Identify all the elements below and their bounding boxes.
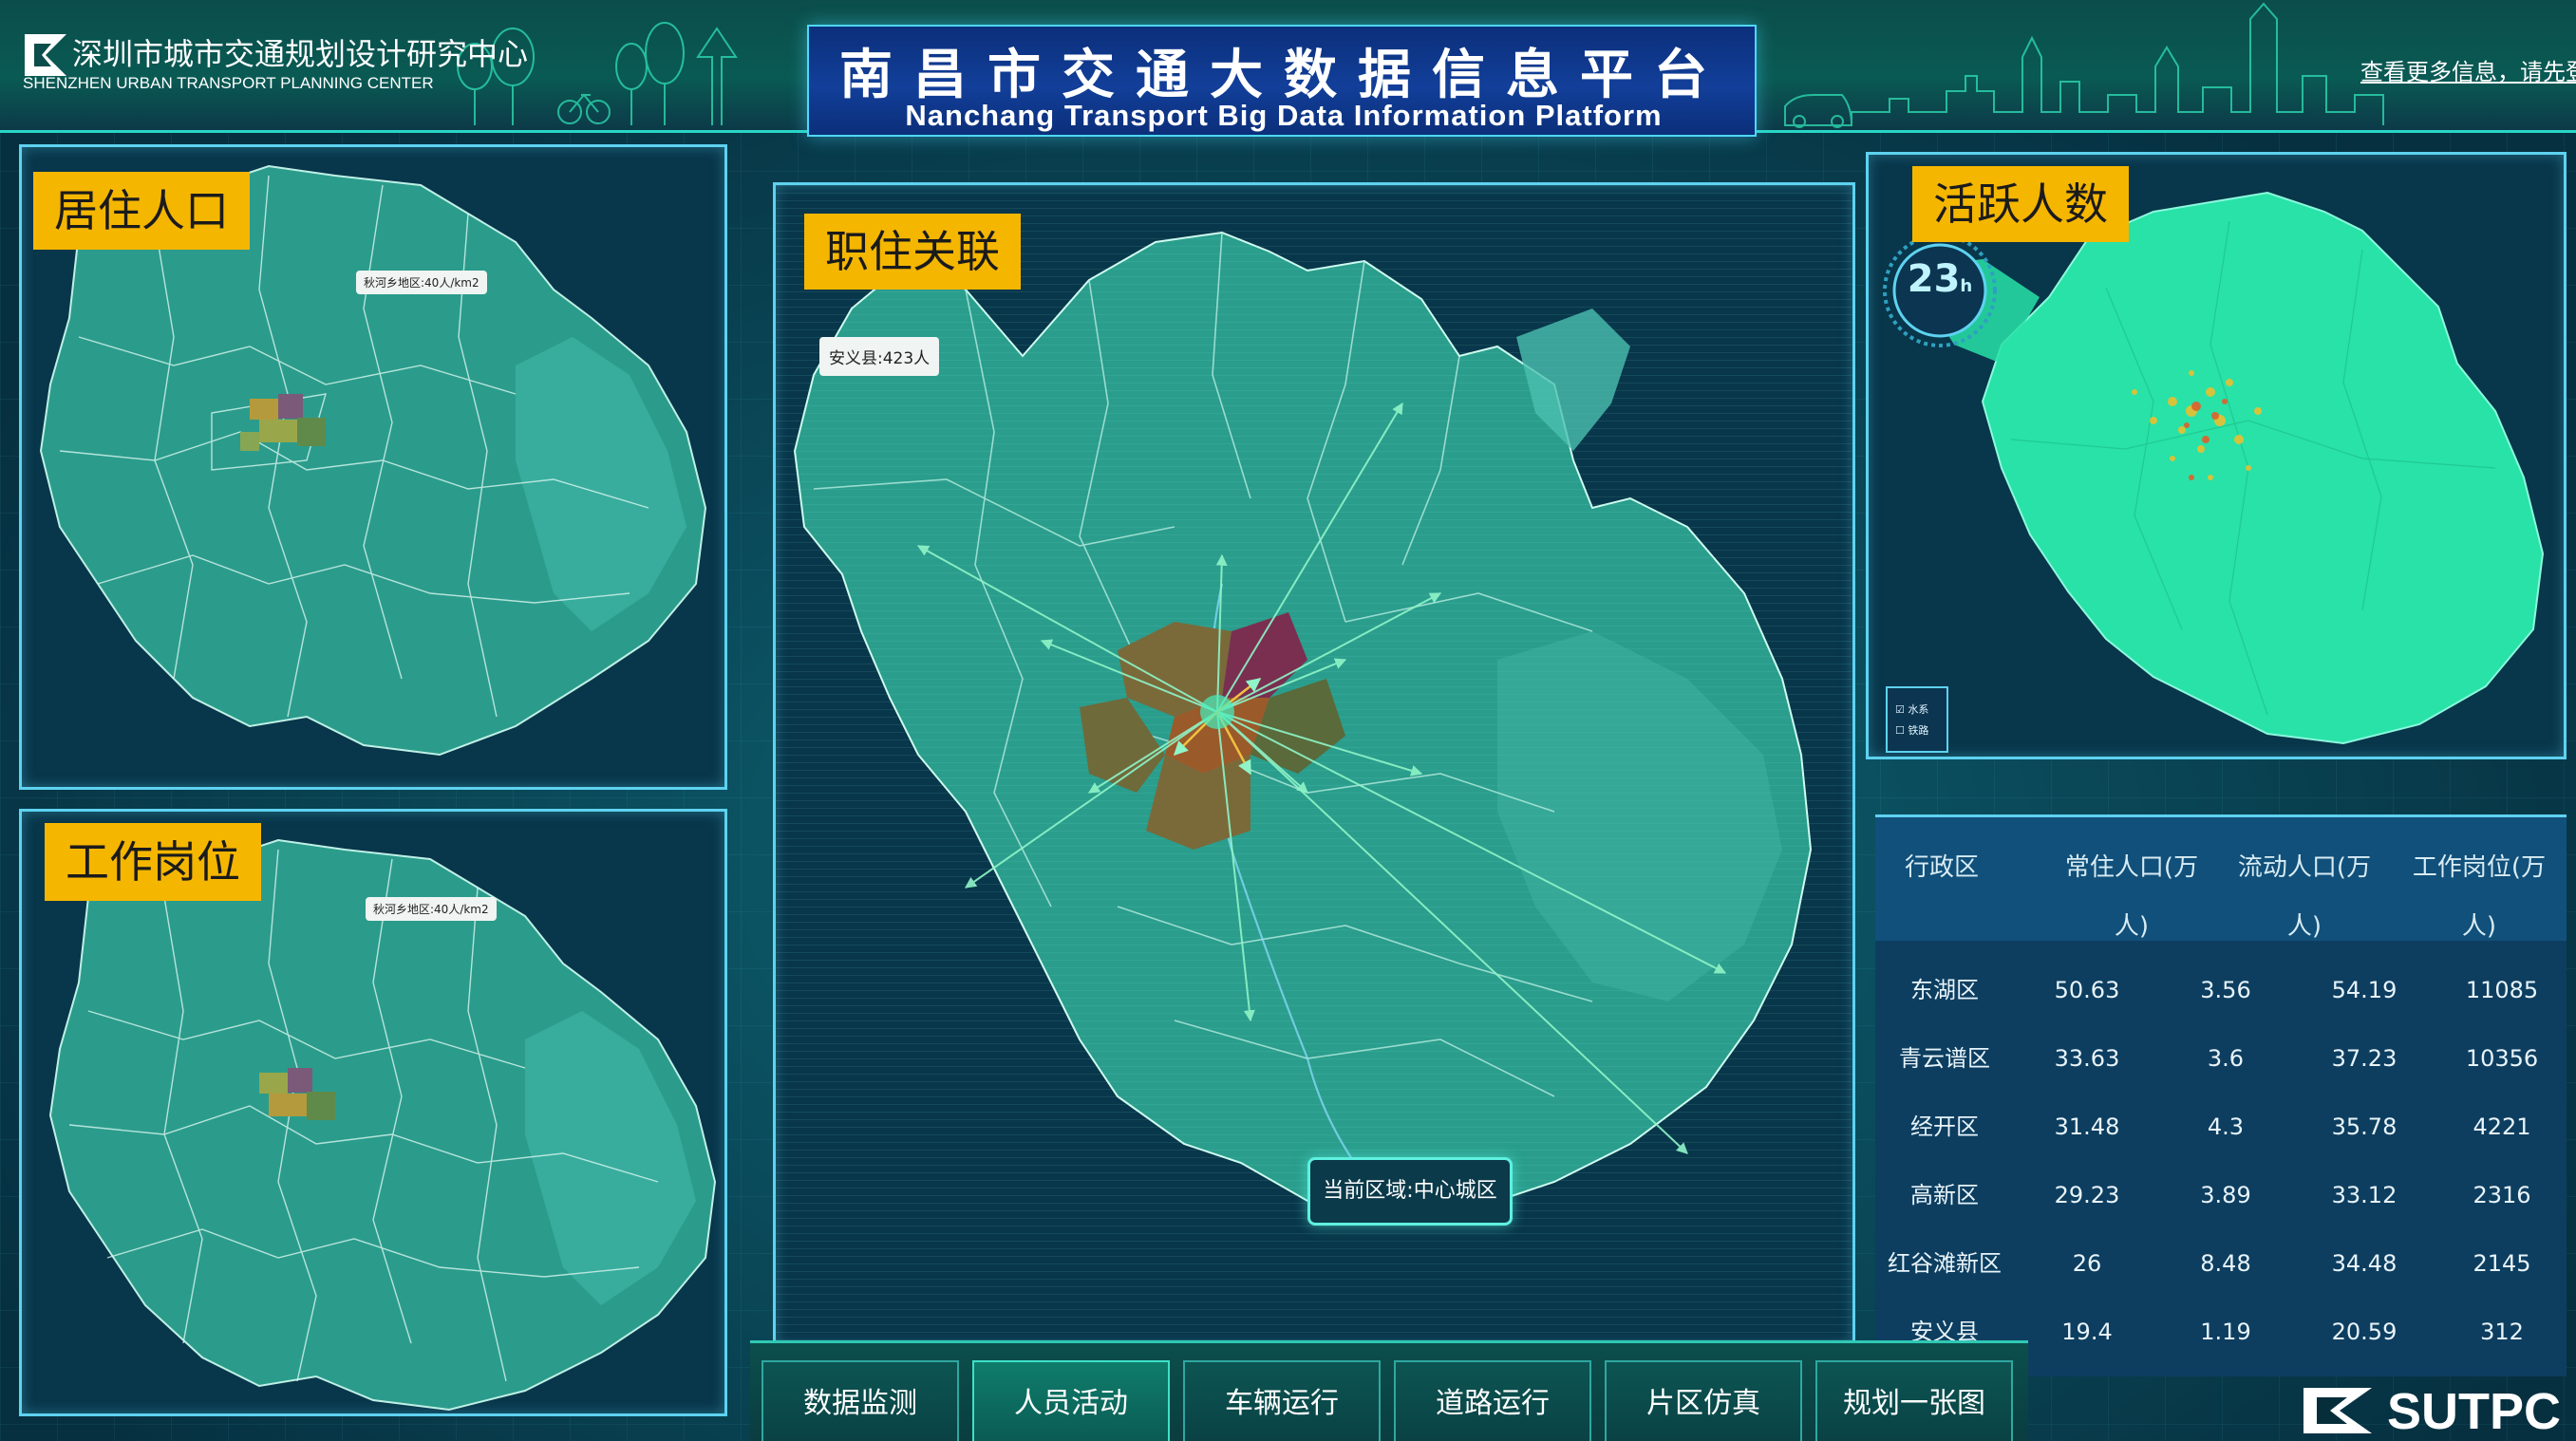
- table-cell-floating: 8.48: [2200, 1250, 2251, 1277]
- table-cell-district: 高新区: [1910, 1182, 1979, 1208]
- table-cell-resident: 29.23: [2054, 1182, 2120, 1208]
- table-cell-resident: 19.4: [2061, 1319, 2113, 1345]
- table-row[interactable]: 青云谱区 33.63 3.6 37.23 10356: [1875, 1024, 2567, 1093]
- org-name-en: SHENZHEN URBAN TRANSPORT PLANNING CENTER: [23, 74, 434, 92]
- table-cell-total: 20.59: [2331, 1319, 2397, 1345]
- table-cell-total: 33.12: [2331, 1182, 2397, 1208]
- table-cell-total: 37.23: [2331, 1045, 2397, 1072]
- residence-map-tooltip: 秋河乡地区:40人/km2: [356, 271, 487, 294]
- nav-tab-people-activity[interactable]: 人员活动: [972, 1360, 1170, 1441]
- table-cell-jobs: 11085: [2465, 977, 2539, 1003]
- residence-panel-title: 居住人口: [33, 172, 250, 250]
- table-cell-floating: 3.6: [2207, 1045, 2245, 1072]
- table-row[interactable]: 经开区 31.48 4.3 35.78 4221: [1875, 1093, 2567, 1161]
- nav-tab-planning-map[interactable]: 规划一张图: [1815, 1360, 2013, 1441]
- org-name-cn: 深圳市城市交通规划设计研究中心: [72, 36, 529, 72]
- hour-clock-widget[interactable]: 23h: [1880, 231, 2000, 350]
- login-link[interactable]: 查看更多信息，请先登录: [2360, 53, 2576, 86]
- table-cell-resident: 33.63: [2054, 1045, 2120, 1072]
- table-cell-jobs: 2316: [2473, 1182, 2531, 1208]
- table-cell-floating: 3.56: [2200, 977, 2251, 1003]
- table-cell-jobs: 10356: [2465, 1045, 2539, 1072]
- workplace-map-panel: 工作岗位 秋河乡地区:40人/km2: [19, 809, 727, 1416]
- table-cell-resident: 50.63: [2054, 977, 2120, 1003]
- table-row[interactable]: 红谷滩新区 26 8.48 34.48 2145: [1875, 1229, 2567, 1298]
- table-header-jobs: 工作岗位(万 人): [2412, 853, 2547, 941]
- table-row[interactable]: 高新区 29.23 3.89 33.12 2316: [1875, 1161, 2567, 1229]
- commute-map-panel: 职住关联 安义县:423人 当前区域:中心城区: [773, 182, 1855, 1348]
- table-cell-total: 35.78: [2331, 1114, 2397, 1140]
- table-cell-floating: 4.3: [2207, 1114, 2245, 1140]
- table-row[interactable]: 东湖区 50.63 3.56 54.19 11085: [1875, 956, 2567, 1024]
- commute-map-tooltip: 安义县:423人: [819, 337, 940, 376]
- table-cell-district: 东湖区: [1910, 977, 1979, 1003]
- map-layer-legend[interactable]: ☑ 水系 ☐ 铁路: [1886, 686, 1948, 753]
- table-header-floating: 流动人口(万 人): [2237, 853, 2372, 941]
- table-cell-district: 经开区: [1910, 1114, 1979, 1140]
- residence-map-panel: 居住人口 秋河乡地区:40人/km2: [19, 144, 727, 790]
- table-cell-jobs: 2145: [2473, 1250, 2531, 1277]
- table-cell-floating: 1.19: [2200, 1319, 2251, 1345]
- bottom-nav: 数据监测 人员活动 车辆运行 道路运行 片区仿真 规划一张图: [750, 1340, 2028, 1441]
- platform-title-en: Nanchang Transport Big Data Information …: [905, 99, 1663, 132]
- table-cell-resident: 26: [2072, 1250, 2102, 1277]
- platform-title-cn: 南昌市交通大数据信息平台: [839, 45, 1728, 106]
- clock-hour-unit: h: [1960, 276, 1973, 296]
- table-header-resident: 常住人口(万 人): [2064, 853, 2199, 941]
- table-cell-jobs: 312: [2480, 1319, 2524, 1345]
- nav-tab-data-monitoring[interactable]: 数据监测: [762, 1360, 959, 1441]
- nav-tab-vehicle-operation[interactable]: 车辆运行: [1183, 1360, 1381, 1441]
- legend-item-railway[interactable]: ☐ 铁路: [1895, 722, 1928, 738]
- active-panel-title: 活跃人数: [1912, 166, 2129, 242]
- table-cell-district: 青云谱区: [1899, 1045, 1990, 1072]
- nav-tab-area-simulation[interactable]: 片区仿真: [1605, 1360, 1802, 1441]
- table-header: 行政区 常住人口(万 人) 流动人口(万 人) 工作岗位(万 人): [1875, 817, 2567, 941]
- active-users-panel: 活跃人数 23h ☑ 水系 ☐ 铁路: [1866, 152, 2567, 759]
- table-cell-resident: 31.48: [2054, 1114, 2120, 1140]
- table-cell-floating: 3.89: [2200, 1182, 2251, 1208]
- legend-item-water[interactable]: ☑ 水系: [1895, 702, 1928, 717]
- table-cell-total: 54.19: [2331, 977, 2397, 1003]
- clock-hour-value: 23: [1907, 257, 1961, 301]
- sutpc-brand-text: SUTPC: [2387, 1383, 2562, 1440]
- district-stats-table: 行政区 常住人口(万 人) 流动人口(万 人) 工作岗位(万 人) 东湖区 50…: [1875, 814, 2567, 1376]
- table-cell-jobs: 4221: [2473, 1114, 2531, 1140]
- current-area-label[interactable]: 当前区域:中心城区: [1307, 1157, 1513, 1226]
- table-header-district: 行政区: [1904, 853, 1979, 882]
- workplace-panel-title: 工作岗位: [45, 823, 261, 901]
- workplace-map-tooltip: 秋河乡地区:40人/km2: [366, 897, 497, 921]
- nav-tab-road-operation[interactable]: 道路运行: [1394, 1360, 1591, 1441]
- platform-title-box: 南昌市交通大数据信息平台 Nanchang Transport Big Data…: [807, 25, 1757, 137]
- commute-panel-title: 职住关联: [804, 214, 1021, 290]
- sutpc-brand-icon: [2303, 1388, 2372, 1433]
- table-cell-district: 红谷滩新区: [1888, 1250, 2002, 1277]
- table-cell-total: 34.48: [2331, 1250, 2397, 1277]
